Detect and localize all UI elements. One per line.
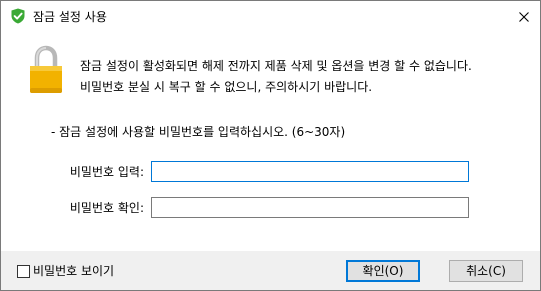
- window-title: 잠금 설정 사용: [33, 10, 107, 24]
- ok-button[interactable]: 확인(O): [346, 260, 420, 282]
- close-icon: [519, 11, 529, 22]
- padlock-icon: [30, 45, 62, 93]
- show-password-label: 비밀번호 보이기: [33, 264, 115, 278]
- warning-message-line-1: 잠금 설정이 활성화되면 해제 전까지 제품 삭제 및 옵션을 변경 할 수 없…: [80, 59, 472, 73]
- password-confirm-input[interactable]: [151, 197, 469, 218]
- cancel-button[interactable]: 취소(C): [449, 260, 523, 282]
- show-password-toggle[interactable]: 비밀번호 보이기: [17, 263, 114, 279]
- password-confirm-label: 비밀번호 확인:: [69, 201, 144, 215]
- password-input[interactable]: [151, 161, 469, 182]
- show-password-checkbox[interactable]: [17, 264, 30, 278]
- title-bar: 잠금 설정 사용: [1, 1, 540, 32]
- password-label: 비밀번호 입력:: [69, 165, 144, 179]
- green-shield-check-icon: [11, 8, 25, 24]
- dialog-footer: 비밀번호 보이기 확인(O) 취소(C): [1, 251, 540, 290]
- warning-message-line-2: 비밀번호 분실 시 복구 할 수 없으니, 주의하시기 바랍니다.: [80, 80, 373, 94]
- lock-settings-dialog: 잠금 설정 사용 잠금 설정이 활성화되면 해제 전까지 제품 삭제 및 옵션을…: [0, 0, 541, 291]
- close-button[interactable]: [508, 1, 540, 32]
- password-hint: - 잠금 설정에 사용할 비밀번호를 입력하십시오. (6~30자): [51, 125, 346, 139]
